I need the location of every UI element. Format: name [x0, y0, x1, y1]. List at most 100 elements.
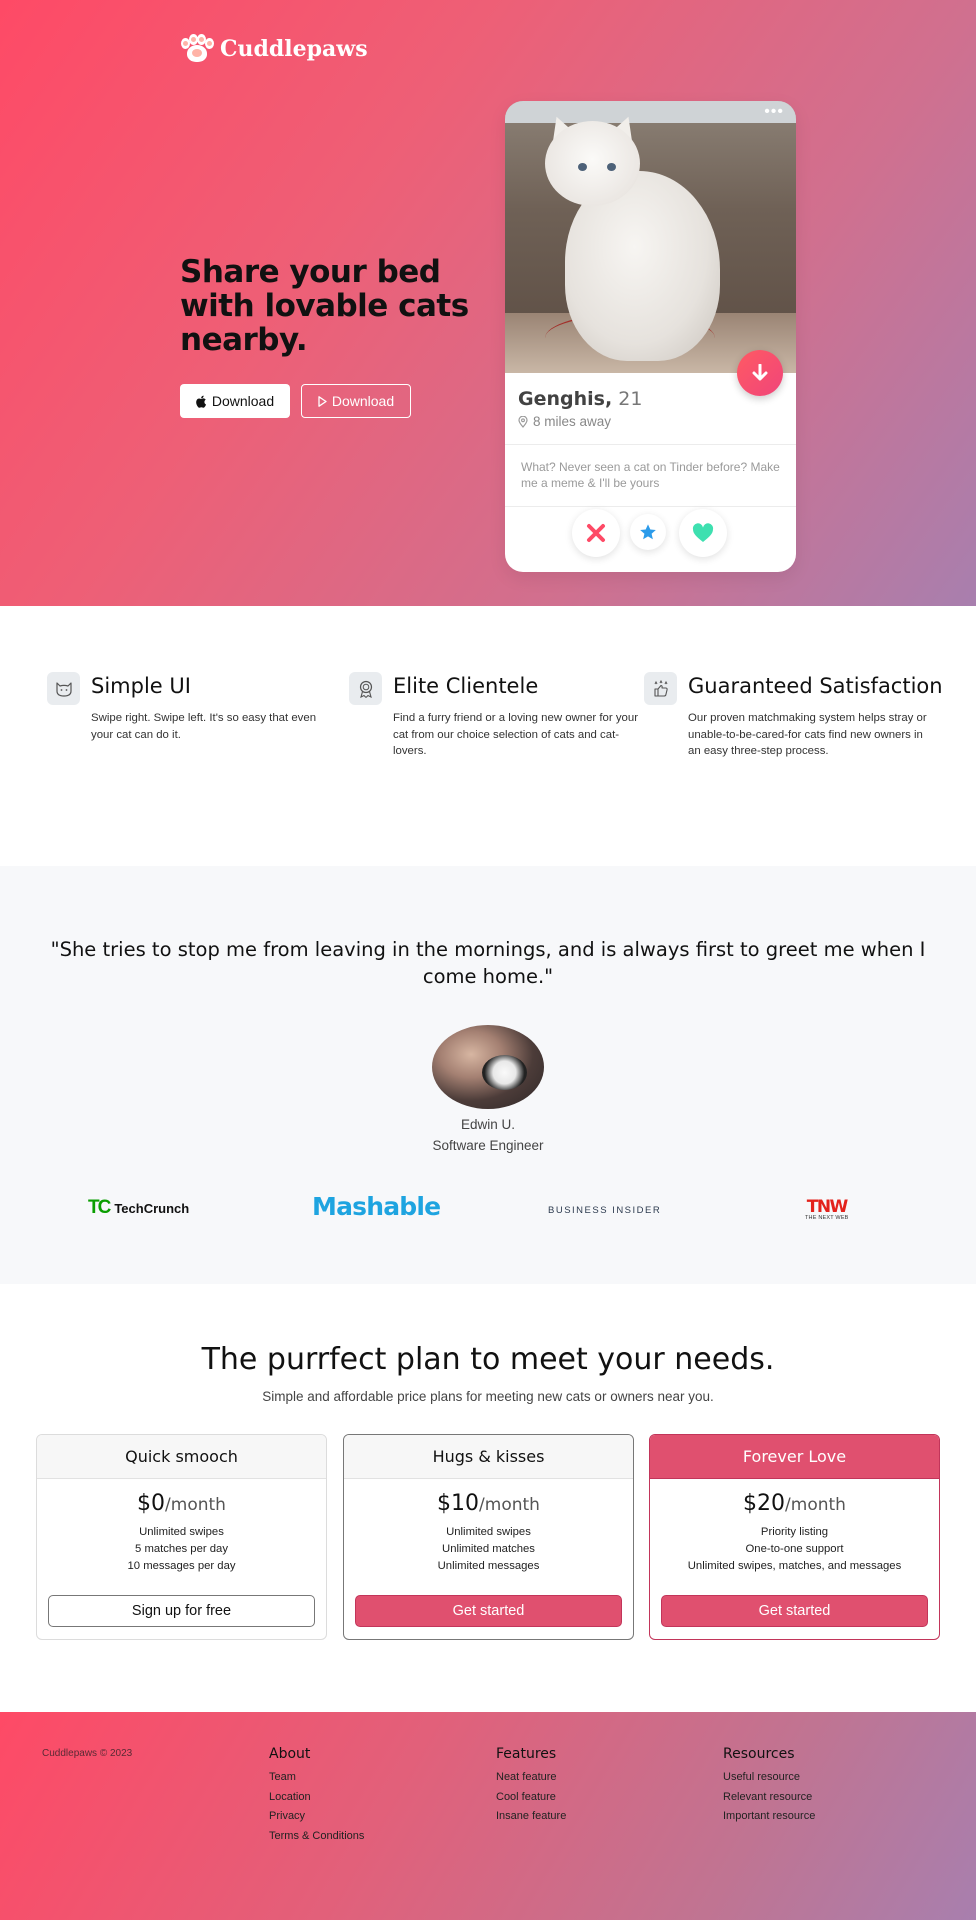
tnw-subtitle: THE NEXT WEB: [805, 1215, 849, 1221]
plan-feature: Unlimited swipes, matches, and messages: [687, 1560, 902, 1572]
plan-features: Unlimited swipes Unlimited matches Unlim…: [344, 1524, 633, 1575]
footer-link[interactable]: Insane feature: [496, 1807, 566, 1827]
footer-column-title: About: [269, 1746, 311, 1762]
plan-feature: Unlimited swipes: [446, 1526, 531, 1538]
play-store-download-label: Download: [331, 393, 395, 409]
stars-thumbs-up-icon: [644, 672, 677, 705]
cat-face-icon: [47, 672, 80, 705]
feature-title: Guaranteed Satisfaction: [688, 674, 943, 698]
footer-column-features: Features Neat feature Cool feature Insan…: [496, 1746, 566, 1827]
dislike-button[interactable]: [572, 509, 620, 557]
play-store-download-button[interactable]: Download: [301, 384, 411, 418]
plan-price-amount: $10: [437, 1491, 480, 1516]
profile-bio: What? Never seen a cat on Tinder before?…: [521, 460, 780, 490]
app-store-download-label: Download: [211, 393, 275, 409]
play-store-icon: [318, 395, 327, 407]
pricing-section: The purrfect plan to meet your needs. Si…: [0, 1284, 976, 1712]
profile-age: 21: [618, 388, 643, 410]
footer-link[interactable]: Important resource: [723, 1807, 815, 1827]
business-insider-logo: BUSINESS INSIDER: [548, 1205, 662, 1216]
plan-name: Forever Love: [650, 1435, 939, 1479]
superlike-button[interactable]: [630, 514, 666, 550]
plan-name: Hugs & kisses: [344, 1435, 633, 1479]
plan-feature: Unlimited swipes: [139, 1526, 224, 1538]
footer-link[interactable]: Neat feature: [496, 1768, 566, 1788]
plan-price-period: /month: [479, 1495, 540, 1515]
profile-distance-text: 8 miles away: [533, 414, 612, 429]
like-button[interactable]: [679, 509, 727, 557]
footer-link[interactable]: Privacy: [269, 1807, 364, 1827]
heart-icon: [692, 523, 714, 542]
paw-icon: [180, 34, 214, 64]
feature-text: Find a furry friend or a loving new owne…: [393, 712, 639, 757]
apple-icon: [196, 395, 206, 408]
techcrunch-mark-icon: TC: [88, 1197, 111, 1218]
footer-column-about: About Team Location Privacy Terms & Cond…: [269, 1746, 364, 1846]
plan-feature: One-to-one support: [745, 1543, 844, 1555]
plan-feature: Unlimited messages: [437, 1560, 540, 1572]
profile-card[interactable]: ••• Genghis, 21 8 miles away What? Never…: [505, 101, 796, 572]
footer-link[interactable]: Terms & Conditions: [269, 1827, 364, 1847]
plan-price: $10/month: [344, 1491, 633, 1516]
expand-profile-button[interactable]: [737, 350, 783, 396]
feature-text: Swipe right. Swipe left. It's so easy th…: [91, 712, 317, 741]
profile-name: Genghis, 21: [518, 388, 642, 410]
star-icon: [640, 524, 656, 540]
profile-distance: 8 miles away: [518, 414, 611, 429]
avatar: [432, 1025, 544, 1109]
plan-feature: Priority listing: [760, 1526, 829, 1538]
location-pin-icon: [518, 415, 528, 428]
cat-photo: •••: [505, 101, 796, 373]
arrow-down-icon: [752, 364, 768, 381]
app-store-download-button[interactable]: Download: [180, 384, 290, 418]
plan-features: Priority listing One-to-one support Unli…: [650, 1524, 939, 1575]
get-started-button[interactable]: Get started: [661, 1595, 928, 1627]
feature-text: Our proven matchmaking system helps stra…: [688, 712, 927, 757]
footer-link[interactable]: Useful resource: [723, 1768, 815, 1788]
brand-logo[interactable]: Cuddlepaws: [180, 34, 368, 64]
feature-title: Simple UI: [91, 674, 191, 698]
divider: [505, 506, 796, 507]
feature-title: Elite Clientele: [393, 674, 539, 698]
divider: [505, 444, 796, 445]
tnw-logo: TNW THE NEXT WEB: [805, 1197, 849, 1222]
plan-card-hugs-kisses: Hugs & kisses $10/month Unlimited swipes…: [343, 1434, 634, 1640]
plan-price-amount: $0: [137, 1491, 166, 1516]
tnw-wordmark: TNW: [806, 1197, 849, 1217]
footer-column-resources: Resources Useful resource Relevant resou…: [723, 1746, 815, 1827]
award-ribbon-icon: [349, 672, 382, 705]
brand-name: Cuddlepaws: [220, 36, 368, 62]
footer-link[interactable]: Location: [269, 1788, 364, 1808]
more-options-icon[interactable]: •••: [764, 103, 784, 121]
mashable-logo: Mashable: [312, 1192, 441, 1221]
plan-feature: 5 matches per day: [135, 1543, 228, 1555]
footer-link[interactable]: Relevant resource: [723, 1788, 815, 1808]
plan-price: $0/month: [37, 1491, 326, 1516]
plan-card-quick-smooch: Quick smooch $0/month Unlimited swipes 5…: [36, 1434, 327, 1640]
plan-name: Quick smooch: [37, 1435, 326, 1479]
get-started-button[interactable]: Get started: [355, 1595, 622, 1627]
testimonial-name: Edwin U.: [460, 1117, 516, 1132]
sign-up-free-button[interactable]: Sign up for free: [48, 1595, 315, 1627]
plan-features: Unlimited swipes 5 matches per day 10 me…: [37, 1524, 326, 1575]
hero-section: Cuddlepaws Share your bed with lovable c…: [0, 0, 976, 606]
features-section: Simple UI Swipe right. Swipe left. It's …: [0, 606, 976, 866]
footer: Cuddlepaws © 2023 About Team Location Pr…: [0, 1712, 976, 1920]
pricing-title: The purrfect plan to meet your needs.: [201, 1342, 775, 1377]
footer-link[interactable]: Cool feature: [496, 1788, 566, 1808]
plan-feature: 10 messages per day: [127, 1560, 236, 1572]
plan-price-period: /month: [165, 1495, 226, 1515]
footer-column-title: Features: [496, 1746, 557, 1762]
techcrunch-logo: TC TechCrunch: [88, 1197, 189, 1219]
techcrunch-wordmark: TechCrunch: [114, 1200, 190, 1216]
plan-price-period: /month: [785, 1495, 846, 1515]
close-icon: [587, 524, 605, 542]
plan-feature: Unlimited matches: [442, 1543, 535, 1555]
testimonial-quote: "She tries to stop me from leaving in th…: [50, 938, 926, 988]
footer-column-title: Resources: [723, 1746, 795, 1762]
hero-headline: Share your bed with lovable cats nearby.: [180, 254, 469, 358]
profile-name-text: Genghis,: [518, 388, 613, 410]
plan-card-forever-love: Forever Love $20/month Priority listing …: [649, 1434, 940, 1640]
footer-link[interactable]: Team: [269, 1768, 364, 1788]
testimonial-role: Software Engineer: [432, 1138, 544, 1153]
